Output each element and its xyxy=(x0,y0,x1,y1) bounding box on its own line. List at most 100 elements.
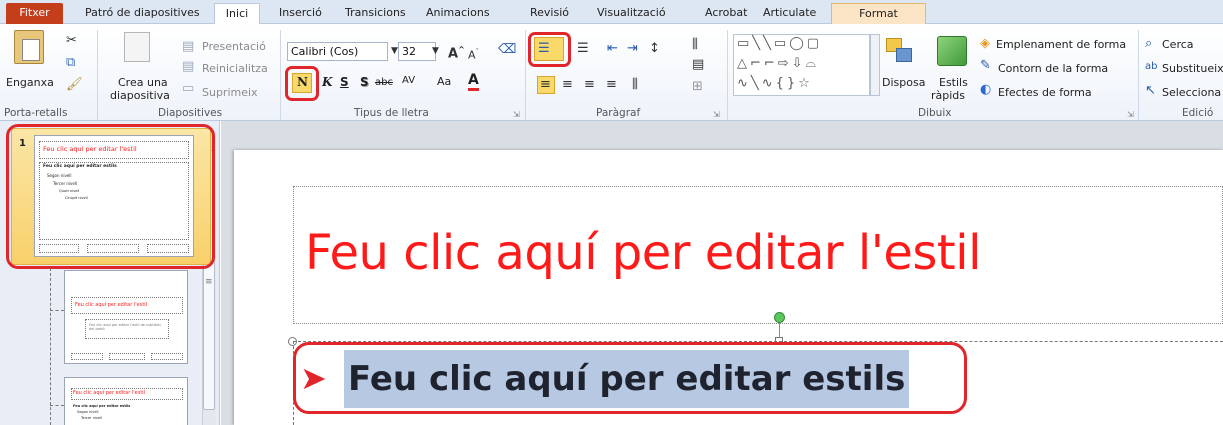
highlight-bullets xyxy=(528,32,571,67)
group-label-drawing: Dibuix xyxy=(918,107,952,119)
group-separator xyxy=(97,30,98,120)
strikethrough-button[interactable]: abc xyxy=(375,77,393,88)
thumbnail-layout-3[interactable]: Feu clic aquí per editar l'estil Feu cli… xyxy=(64,377,188,425)
shapes-row-2-icon[interactable]: △⌐⌐⇨⇩⌓ xyxy=(737,57,819,71)
font-size-select[interactable]: 32 xyxy=(398,42,436,61)
shapes-row-3-icon[interactable]: ∿╲∿{}☆ xyxy=(737,77,813,91)
group-separator xyxy=(525,30,526,120)
shape-outline-button[interactable]: Contorn de la forma xyxy=(998,62,1108,75)
delete-slide-icon[interactable]: ▭ xyxy=(182,82,194,96)
dialog-launcher-icon[interactable]: ⇲ xyxy=(713,108,720,122)
font-name-select[interactable]: Calibri (Cos) xyxy=(287,42,388,61)
ribbon-tab-bar: Fitxer Patró de diapositives Inici Inser… xyxy=(0,0,1223,25)
replace-button[interactable]: Substitueix xyxy=(1162,62,1223,75)
new-slide-label[interactable]: Crea una xyxy=(118,76,168,89)
underline-button[interactable]: S xyxy=(340,75,349,89)
tab-animations[interactable]: Animacions xyxy=(426,3,490,24)
layout-icon[interactable]: ▤ xyxy=(182,40,194,54)
align-left-icon[interactable]: ≡ xyxy=(540,78,551,92)
thumbnail-bullet-1: Feu clic aquí per editar estils xyxy=(73,404,131,408)
layout-connector xyxy=(50,310,64,311)
reset-button[interactable]: Reinicialitza xyxy=(202,62,268,75)
thumbnail-bullet-3: Tercer nivell xyxy=(81,416,103,420)
scroll-grip-icon: ≡ xyxy=(205,277,213,287)
quick-styles-label[interactable]: Estils xyxy=(939,76,968,89)
shrink-font-icon[interactable]: Aˇ xyxy=(468,45,479,63)
thumbnail-title: Feu clic aquí per editar l'estil xyxy=(73,390,146,396)
align-text-icon[interactable]: ▤ xyxy=(692,58,704,72)
select-icon[interactable]: ↖ xyxy=(1145,84,1156,98)
cut-icon[interactable]: ✂ xyxy=(66,34,77,48)
smartart-icon[interactable]: ⊞ xyxy=(692,80,703,94)
tab-transitions[interactable]: Transicions xyxy=(345,3,406,24)
font-color-button[interactable]: A xyxy=(468,72,479,91)
chevron-down-icon[interactable]: ▼ xyxy=(432,44,439,58)
group-separator xyxy=(1138,30,1139,120)
shapes-gallery-scroll[interactable] xyxy=(870,34,880,96)
shape-fill-icon[interactable]: ◈ xyxy=(980,37,990,51)
slide-title[interactable]: Feu clic aquí per editar l'estil xyxy=(305,225,981,281)
shape-effects-icon[interactable]: ◐ xyxy=(980,83,991,97)
chevron-down-icon[interactable]: ▼ xyxy=(391,44,398,58)
tab-file[interactable]: Fitxer xyxy=(6,3,63,24)
shape-effects-button[interactable]: Efectes de forma xyxy=(998,86,1092,99)
layout-connector xyxy=(50,268,51,425)
thumbnail-bullet-2: Segon nivell xyxy=(77,410,99,414)
delete-slide-button[interactable]: Suprimeix xyxy=(202,86,258,99)
decrease-indent-icon[interactable]: ⇤ xyxy=(607,42,618,56)
text-direction-icon[interactable]: ⫼ xyxy=(692,38,698,52)
format-painter-icon[interactable]: 🖌 xyxy=(66,78,83,92)
new-slide-icon[interactable] xyxy=(124,32,150,62)
shape-outline-icon[interactable]: ✎ xyxy=(980,59,991,73)
tab-format[interactable]: Format xyxy=(831,3,926,25)
change-case-button[interactable]: Aa xyxy=(437,75,451,88)
group-label-clipboard: Porta-retalls xyxy=(4,107,68,119)
shape-fill-button[interactable]: Emplenament de forma xyxy=(996,38,1126,51)
increase-indent-icon[interactable]: ⇥ xyxy=(627,42,638,56)
columns-icon[interactable]: ⫼ xyxy=(632,78,638,92)
select-button[interactable]: Selecciona xyxy=(1162,86,1221,99)
align-center-icon[interactable]: ≡ xyxy=(562,78,573,92)
group-label-slides: Diapositives xyxy=(158,107,223,119)
reset-icon[interactable]: ▤ xyxy=(182,60,194,74)
align-right-icon[interactable]: ≡ xyxy=(584,78,595,92)
clear-format-icon[interactable]: ⌫ xyxy=(498,43,516,57)
arrange-icon[interactable] xyxy=(886,38,914,64)
tab-review[interactable]: Revisió xyxy=(530,3,569,24)
tab-insert[interactable]: Inserció xyxy=(279,3,322,24)
thumbnail-layout-2[interactable]: Feu clic aquí per editar l'estil Feu cli… xyxy=(64,270,188,364)
tab-home[interactable]: Inici xyxy=(214,3,260,25)
layout-button[interactable]: Presentació xyxy=(202,40,266,53)
arrange-button[interactable]: Disposa xyxy=(882,76,925,89)
spacing-button[interactable]: AV xyxy=(402,75,415,86)
dialog-launcher-icon[interactable]: ⇲ xyxy=(1127,108,1134,122)
numbering-icon[interactable]: ☰ xyxy=(577,42,589,56)
tab-articulate[interactable]: Articulate xyxy=(763,3,816,24)
group-label-editing: Edició xyxy=(1182,107,1214,119)
quick-styles-label-2[interactable]: ràpids xyxy=(931,89,965,102)
shadow-button[interactable]: S xyxy=(360,75,369,89)
highlight-thumbnail xyxy=(6,124,215,269)
thumbnail-subtitle: Feu clic aquí per editar l'estil de subt… xyxy=(89,323,161,331)
paste-icon[interactable] xyxy=(14,30,44,64)
grow-font-icon[interactable]: A^ xyxy=(448,43,465,61)
group-label-paragraph: Paràgraf xyxy=(596,107,641,119)
group-label-font: Tipus de lletra xyxy=(354,107,429,119)
tab-slide-master[interactable]: Patró de diapositives xyxy=(85,3,200,24)
justify-icon[interactable]: ≡ xyxy=(606,78,617,92)
line-spacing-icon[interactable]: ↕ xyxy=(649,42,660,56)
shapes-gallery[interactable]: ▭╲╲▭◯▢ △⌐⌐⇨⇩⌓ ∿╲∿{}☆ xyxy=(733,34,870,96)
copy-icon[interactable]: ⧉ xyxy=(66,56,75,70)
shapes-row-1-icon[interactable]: ▭╲╲▭◯▢ xyxy=(737,37,822,51)
tab-view[interactable]: Visualització xyxy=(597,3,666,24)
find-button[interactable]: Cerca xyxy=(1162,38,1194,51)
tab-acrobat[interactable]: Acrobat xyxy=(705,3,747,24)
dialog-launcher-icon[interactable]: ⇲ xyxy=(513,108,520,122)
rotation-handle[interactable] xyxy=(774,312,785,323)
quick-styles-icon[interactable] xyxy=(937,36,967,66)
replace-icon[interactable]: ab xyxy=(1145,60,1157,74)
italic-button[interactable]: K xyxy=(322,75,332,89)
new-slide-label-2[interactable]: diapositiva xyxy=(110,89,170,102)
find-icon[interactable]: ⌕ xyxy=(1145,37,1152,51)
paste-button[interactable]: Enganxa xyxy=(6,76,54,89)
